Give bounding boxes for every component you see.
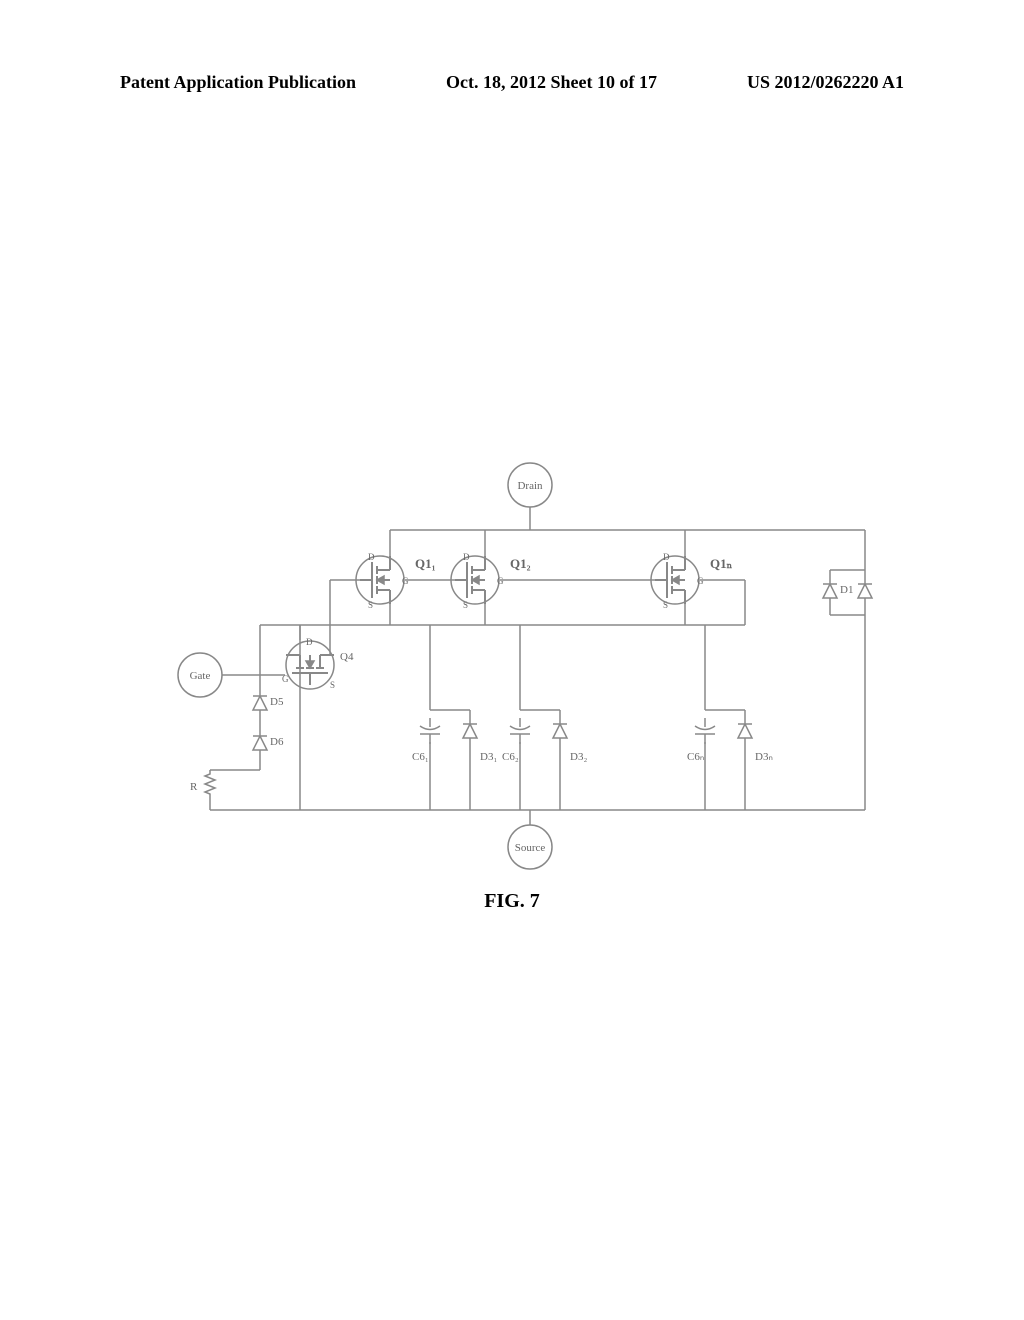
pin-d: D xyxy=(368,552,375,562)
label-d6: D6 xyxy=(270,736,284,748)
pin-s: S xyxy=(663,600,668,610)
pin-s: S xyxy=(368,600,373,610)
header-left: Patent Application Publication xyxy=(120,72,356,93)
page-header: Patent Application Publication Oct. 18, … xyxy=(0,72,1024,93)
label-d31: D3₁ xyxy=(480,751,497,763)
figure-caption: FIG. 7 xyxy=(0,890,1024,913)
label-c6n: C6ₙ xyxy=(687,751,704,763)
pin-g: G xyxy=(282,674,289,684)
label-d32: D3₂ xyxy=(570,751,587,763)
circuit-figure: Drain Gate Source Q1₁ Q1₂ Q1ₙ Q4 D D D G… xyxy=(130,460,890,880)
terminal-gate-label: Gate xyxy=(190,670,211,682)
header-right: US 2012/0262220 A1 xyxy=(747,72,904,93)
pin-g: G xyxy=(497,576,504,586)
label-q12: Q1₂ xyxy=(510,556,531,571)
pin-g: G xyxy=(697,576,704,586)
pin-d: D xyxy=(663,552,670,562)
label-d1: D1 xyxy=(840,584,853,596)
label-q11: Q1₁ xyxy=(415,556,436,571)
pin-s: S xyxy=(463,600,468,610)
label-q4: Q4 xyxy=(340,651,354,663)
label-d5: D5 xyxy=(270,696,284,708)
label-d3n: D3ₙ xyxy=(755,751,773,763)
pin-d: D xyxy=(306,637,313,647)
pin-d: D xyxy=(463,552,470,562)
label-r: R xyxy=(190,781,198,793)
label-c61: C6₁ xyxy=(412,751,429,763)
pin-s: S xyxy=(330,680,335,690)
header-center: Oct. 18, 2012 Sheet 10 of 17 xyxy=(446,72,657,93)
circuit-svg: Drain Gate Source Q1₁ Q1₂ Q1ₙ Q4 D D D G… xyxy=(130,460,890,880)
terminal-source-label: Source xyxy=(515,842,546,854)
terminal-drain-label: Drain xyxy=(517,480,543,492)
label-q1n: Q1ₙ xyxy=(710,556,733,571)
pin-g: G xyxy=(402,576,409,586)
label-c62: C6₂ xyxy=(502,751,519,763)
